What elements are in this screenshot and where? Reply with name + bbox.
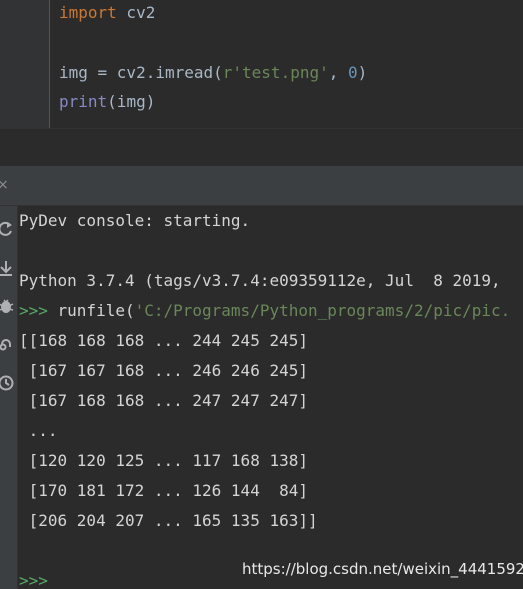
print-builtin: print bbox=[59, 92, 108, 111]
flag-number: 0 bbox=[348, 63, 358, 82]
attach-icon[interactable] bbox=[0, 333, 16, 353]
close-paren: ) bbox=[357, 63, 368, 82]
pycharm-window: import cv2 img = cv2.imread(r'test.png',… bbox=[0, 0, 523, 589]
matrix-row: [206 204 207 ... 165 135 163]] bbox=[19, 511, 318, 530]
runfile-call: runfile( bbox=[57, 301, 135, 320]
runfile-line: >>> runfile('C:/Programs/Python_programs… bbox=[19, 296, 510, 326]
console-prompt: >>> bbox=[19, 301, 58, 320]
gutter-divider bbox=[49, 0, 50, 128]
console-input-prompt[interactable]: >>> bbox=[19, 566, 48, 589]
matrix-row: [167 167 168 ... 246 246 245] bbox=[19, 361, 308, 380]
matrix-row: [167 168 168 ... 247 247 247] bbox=[19, 391, 308, 410]
debug-icon[interactable] bbox=[0, 296, 16, 316]
editor-gutter bbox=[0, 0, 49, 128]
runfile-path: 'C:/Programs/Python_programs/2/pic/pic. bbox=[134, 301, 511, 320]
code-line-4: print(img) bbox=[59, 91, 155, 113]
assignment-text: img = cv2.imread( bbox=[59, 63, 223, 82]
watermark: https://blog.csdn.net/weixin_44415928 bbox=[242, 560, 523, 578]
console-toolbar bbox=[0, 206, 18, 589]
console-output[interactable]: PyDev console: starting. Python 3.7.4 (t… bbox=[18, 206, 523, 589]
console-header: × bbox=[0, 166, 523, 206]
import-keyword: import bbox=[59, 3, 117, 22]
code-line-3: img = cv2.imread(r'test.png', 0) bbox=[59, 62, 367, 84]
matrix-ellipsis: ... bbox=[19, 421, 58, 440]
matrix-row: [[168 168 168 ... 244 245 245] bbox=[19, 331, 308, 350]
close-icon[interactable]: × bbox=[0, 175, 11, 195]
filename-string: r'test.png' bbox=[222, 63, 329, 82]
arg-separator: , bbox=[328, 63, 348, 82]
history-icon[interactable] bbox=[0, 373, 16, 393]
code-editor[interactable]: import cv2 img = cv2.imread(r'test.png',… bbox=[0, 0, 523, 128]
code-line-1: import cv2 bbox=[59, 2, 155, 24]
module-name: cv2 bbox=[116, 3, 156, 22]
print-args: (img) bbox=[107, 92, 156, 111]
editor-console-separator[interactable] bbox=[0, 128, 523, 166]
python-version-line: Python 3.7.4 (tags/v3.7.4:e09359112e, Ju… bbox=[19, 271, 511, 290]
matrix-row: [120 120 125 ... 117 168 138] bbox=[19, 451, 308, 470]
matrix-row: [170 181 172 ... 126 144 84] bbox=[19, 481, 308, 500]
rerun-icon[interactable] bbox=[0, 219, 16, 239]
console-start-line: PyDev console: starting. bbox=[19, 211, 251, 230]
download-icon[interactable] bbox=[0, 258, 16, 278]
